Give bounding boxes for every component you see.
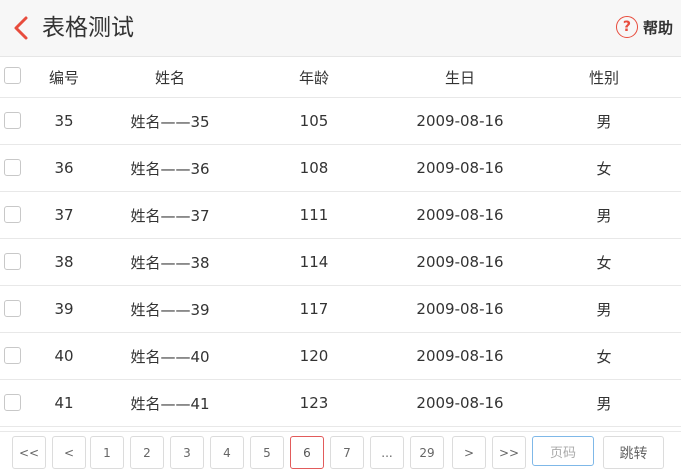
cell-name: 姓名——39 [130,300,210,319]
page-button-1[interactable]: 1 [90,436,124,469]
back-chevron-icon[interactable] [8,12,34,44]
page-button-4[interactable]: 4 [210,436,244,469]
cell-name: 姓名——37 [130,206,210,225]
cell-sex: 女 [596,253,612,272]
cell-name: 姓名——35 [130,112,210,131]
pagination: << < 1 2 3 4 5 6 7 ... 29 > >> 页码 跳转 [0,431,681,474]
cell-birthday: 2009-08-16 [416,159,504,177]
jump-button[interactable]: 跳转 [603,436,664,469]
help-label: 帮助 [642,18,673,37]
page-ellipsis: ... [370,436,404,469]
row-checkbox[interactable] [4,347,21,364]
row-checkbox[interactable] [4,253,21,270]
cell-age: 111 [299,206,329,224]
prev-page-button[interactable]: < [52,436,86,469]
app-header: 表格测试 ? 帮助 [0,0,681,57]
select-all-checkbox[interactable] [4,67,21,84]
cell-birthday: 2009-08-16 [416,394,504,412]
cell-age: 108 [299,159,329,177]
table-row[interactable]: 37 姓名——37 111 2009-08-16 男 [0,192,681,239]
page-button-3[interactable]: 3 [170,436,204,469]
column-header-sex[interactable]: 性别 [564,58,644,97]
row-checkbox[interactable] [4,300,21,317]
cell-birthday: 2009-08-16 [416,253,504,271]
cell-sex: 男 [596,112,612,131]
page-button-7[interactable]: 7 [330,436,364,469]
table-row[interactable]: 38 姓名——38 114 2009-08-16 女 [0,239,681,286]
table-row[interactable]: 41 姓名——41 123 2009-08-16 男 [0,380,681,427]
cell-id: 40 [54,347,74,365]
cell-age: 105 [299,112,329,130]
row-checkbox[interactable] [4,394,21,411]
cell-name: 姓名——36 [130,159,210,178]
cell-name: 姓名——38 [130,253,210,272]
cell-age: 123 [299,394,329,412]
cell-birthday: 2009-08-16 [416,347,504,365]
cell-id: 39 [54,300,74,318]
cell-age: 120 [299,347,329,365]
cell-id: 37 [54,206,74,224]
cell-name: 姓名——40 [130,347,210,366]
column-header-birthday[interactable]: 生日 [390,58,530,97]
help-button[interactable]: ? 帮助 [615,15,673,39]
cell-birthday: 2009-08-16 [416,300,504,318]
table-row[interactable]: 36 姓名——36 108 2009-08-16 女 [0,145,681,192]
cell-age: 117 [299,300,329,318]
last-page-button[interactable]: >> [492,436,526,469]
page-number-input[interactable]: 页码 [532,436,594,466]
table-row[interactable]: 39 姓名——39 117 2009-08-16 男 [0,286,681,333]
column-header-age[interactable]: 年龄 [274,58,354,97]
cell-age: 114 [299,253,329,271]
page-button-6-current[interactable]: 6 [290,436,324,469]
first-page-button[interactable]: << [12,436,46,469]
cell-sex: 女 [596,347,612,366]
cell-sex: 男 [596,394,612,413]
table-row[interactable]: 35 姓名——35 105 2009-08-16 男 [0,98,681,145]
page-title: 表格测试 [42,15,134,41]
data-table: 编号 姓名 年龄 生日 性别 35 姓名——35 105 2009-08-16 男 36 姓… [0,58,681,427]
table-row[interactable]: 40 姓名——40 120 2009-08-16 女 [0,333,681,380]
row-checkbox[interactable] [4,112,21,129]
column-header-name[interactable]: 姓名 [110,58,230,97]
cell-sex: 男 [596,206,612,225]
cell-sex: 女 [596,159,612,178]
next-page-button[interactable]: > [452,436,486,469]
cell-birthday: 2009-08-16 [416,112,504,130]
cell-sex: 男 [596,300,612,319]
cell-id: 36 [54,159,74,177]
table-header-row: 编号 姓名 年龄 生日 性别 [0,58,681,98]
cell-birthday: 2009-08-16 [416,206,504,224]
row-checkbox[interactable] [4,206,21,223]
cell-id: 38 [54,253,74,271]
cell-name: 姓名——41 [130,394,210,413]
page-button-29[interactable]: 29 [410,436,444,469]
cell-id: 41 [54,394,74,412]
page-button-5[interactable]: 5 [250,436,284,469]
column-header-id[interactable]: 编号 [34,58,94,97]
cell-id: 35 [54,112,74,130]
page-button-2[interactable]: 2 [130,436,164,469]
question-circle-icon: ? [615,16,638,38]
row-checkbox[interactable] [4,159,21,176]
